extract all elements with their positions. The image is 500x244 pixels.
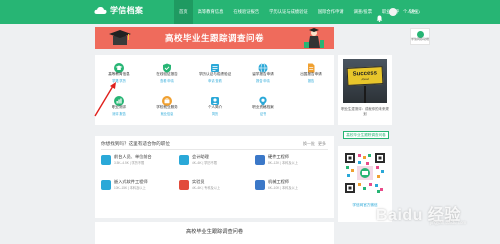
- job-meta: 10K–15K | 本科及以上: [114, 186, 146, 190]
- graduation-cap-icon: [114, 60, 124, 73]
- job-meta: 8K–12K | 本科及以上: [268, 161, 298, 165]
- bell-icon[interactable]: [376, 9, 383, 22]
- sign-sub: Ahead: [361, 77, 370, 82]
- nav-user-area: 个人中心: [376, 0, 420, 24]
- services-panel: 高等教育信息 学籍 学历 在线验证报告 查看 申请 学历认证与成绩验证 申请 查…: [95, 55, 334, 125]
- service-links[interactable]: 申请 查看: [193, 78, 237, 83]
- service-resume[interactable]: 个人简介 简历: [193, 93, 237, 116]
- company-logo: [101, 180, 111, 190]
- survey-button[interactable]: 高校毕业生跟踪调查问卷: [343, 131, 389, 139]
- company-logo: [255, 155, 265, 165]
- service-name: 出国报告申请: [300, 72, 322, 76]
- service-name: 学校就业服务: [156, 105, 178, 109]
- globe-icon: [258, 60, 268, 73]
- qr-code: [344, 152, 386, 194]
- widget-text: 学信网移动端: [411, 37, 430, 41]
- service-study-abroad[interactable]: 留学报告申请 报告 申请: [241, 60, 285, 83]
- service-name: 高等教育信息: [108, 72, 130, 76]
- nav-item-international[interactable]: 国际合作申请: [313, 0, 349, 24]
- cloud-icon: [94, 6, 107, 15]
- service-name: 学历认证与成绩验证: [198, 72, 232, 76]
- site-logo[interactable]: 学信档案: [94, 5, 143, 16]
- company-logo: [179, 180, 189, 190]
- job-item[interactable]: 嵌入式软件工程师 10K–15K | 本科及以上: [101, 178, 179, 196]
- certificate-icon: [210, 60, 220, 72]
- job-meta: 3.5K–4.5K | 学历不限: [114, 161, 145, 165]
- service-links[interactable]: 简历: [193, 111, 237, 116]
- survey-banner[interactable]: 高校毕业生跟踪调查问卷: [95, 27, 334, 49]
- survey-panel: 高校毕业生跟踪调查问卷: [95, 222, 334, 244]
- watermark-sub: jingyan.baidu.com: [430, 220, 467, 225]
- jobs-panel: 你想找到吗？这里有适合你的职位 换一批 更多 前台人员、单位前台 3.5K–4.…: [95, 136, 334, 218]
- success-sign: Success Ahead: [346, 66, 384, 86]
- jobs-actions: 换一批 更多: [303, 141, 326, 147]
- service-career-test[interactable]: 职业测评 测评 报告: [97, 93, 141, 116]
- service-links[interactable]: 查看 申请: [145, 78, 189, 83]
- avatar[interactable]: [389, 8, 397, 16]
- banner-title: 高校毕业生跟踪调查问卷: [164, 33, 264, 43]
- service-certification[interactable]: 学历认证与成绩验证 申请 查看: [193, 60, 237, 83]
- briefcase-icon: [162, 93, 172, 106]
- refresh-jobs-link[interactable]: 换一批: [303, 141, 315, 147]
- service-name: 职业资格档案: [252, 105, 274, 109]
- success-image: Success Ahead: [343, 59, 387, 103]
- divider: [101, 149, 328, 150]
- survey-title[interactable]: 高校毕业生跟踪调查问卷: [95, 228, 334, 235]
- document-icon: [306, 60, 316, 73]
- job-item[interactable]: 机械工程师 6K–10K | 本科及以上: [255, 178, 333, 196]
- job-meta: 4K–6K | 学历不限: [192, 161, 217, 165]
- service-links[interactable]: 报告 申请: [241, 78, 285, 83]
- sign-post: [364, 86, 366, 103]
- service-abroad-report[interactable]: 出国报告申请 报告: [289, 60, 333, 83]
- nav-item-home[interactable]: 首页: [174, 0, 193, 24]
- service-links[interactable]: 证书: [241, 111, 285, 116]
- job-item[interactable]: 会计助理 4K–6K | 学历不限: [179, 153, 257, 171]
- mobile-app-widget[interactable]: 学信网移动端: [410, 28, 430, 45]
- service-links[interactable]: 就业信息: [145, 111, 189, 116]
- nav-item-certification[interactable]: 学历认证与成绩验证: [264, 0, 313, 24]
- job-meta: 4K–6K | 专科及以上: [192, 186, 221, 190]
- nav-item-verification[interactable]: 在线验证报告: [228, 0, 264, 24]
- jobs-title: 你想找到吗？这里有适合你的职位: [101, 141, 170, 146]
- service-name: 职业测评: [111, 105, 127, 109]
- job-item[interactable]: 前台人员、单位前台 3.5K–4.5K | 学历不限: [101, 153, 179, 171]
- person-icon: [210, 93, 220, 105]
- service-name: 个人简介: [207, 105, 223, 109]
- service-employment[interactable]: 学校就业服务 就业信息: [145, 93, 189, 116]
- user-menu[interactable]: 个人中心: [403, 9, 420, 15]
- job-item[interactable]: 硬件工程师 8K–12K | 本科及以上: [255, 153, 333, 171]
- service-qualification[interactable]: 职业资格档案 证书: [241, 93, 285, 116]
- service-name: 在线验证报告: [156, 72, 178, 76]
- badge-icon: [258, 93, 268, 106]
- graduate-figure-icon: [302, 28, 326, 49]
- nav-item-survey[interactable]: 调查/投票: [349, 0, 377, 24]
- logo-text: 学信档案: [110, 6, 144, 15]
- company-logo: [255, 180, 265, 190]
- service-links[interactable]: 测评 报告: [97, 111, 141, 116]
- company-logo: [101, 155, 111, 165]
- job-item[interactable]: 实验员 4K–6K | 专科及以上: [179, 178, 257, 196]
- career-ad-card[interactable]: Success Ahead 职业生涯测评：成就你的未来规划: [338, 55, 392, 125]
- service-links[interactable]: 报告: [289, 78, 333, 83]
- service-education[interactable]: 高等教育信息 学籍 学历: [97, 60, 141, 83]
- shield-check-icon: [162, 60, 172, 73]
- company-logo: [179, 155, 189, 165]
- nav-item-education[interactable]: 高等教育信息: [193, 0, 229, 24]
- more-jobs-link[interactable]: 更多: [318, 141, 326, 147]
- job-meta: 6K–10K | 本科及以上: [268, 186, 298, 190]
- top-nav: 学信档案 首页 高等教育信息 在线验证报告 学历认证与成绩验证 国际合作申请 调…: [0, 0, 500, 24]
- service-links[interactable]: 学籍 学历: [97, 78, 141, 83]
- chart-icon: [114, 93, 124, 106]
- ad-caption: 职业生涯测评：成就你的未来规划: [341, 107, 389, 116]
- service-name: 留学报告申请: [252, 72, 274, 76]
- service-verification[interactable]: 在线验证报告 查看 申请: [145, 60, 189, 83]
